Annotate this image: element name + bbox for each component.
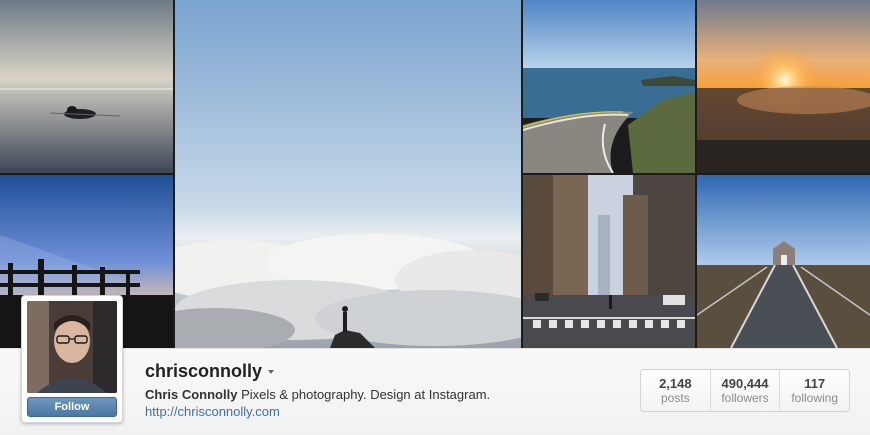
stat-value: 490,444 bbox=[721, 376, 769, 391]
full-name: Chris Connolly bbox=[145, 387, 238, 402]
username: chrisconnolly bbox=[145, 360, 263, 381]
photo-tile-5[interactable] bbox=[697, 0, 870, 173]
photo-water-driftwood bbox=[0, 0, 173, 173]
photo-sunset-field bbox=[697, 0, 870, 173]
username-dropdown[interactable]: chrisconnolly bbox=[145, 359, 275, 383]
stat-label: posts bbox=[660, 391, 690, 405]
photo-mosaic-header bbox=[0, 0, 870, 348]
stat-followers[interactable]: 490,444 followers bbox=[709, 370, 780, 411]
photo-tile-7[interactable] bbox=[697, 175, 870, 348]
photo-tile-4[interactable] bbox=[523, 0, 695, 173]
photo-city-street bbox=[523, 175, 695, 348]
photo-coastal-road bbox=[523, 0, 695, 173]
photo-sea-of-clouds bbox=[175, 0, 521, 348]
stat-label: followers bbox=[721, 391, 769, 405]
bio: Chris Connolly Pixels & photography. Des… bbox=[145, 387, 490, 402]
website-link[interactable]: http://chrisconnolly.com bbox=[145, 404, 280, 419]
avatar-card: Follow bbox=[21, 295, 123, 423]
profile-page: Follow chrisconnolly Chris Connolly Pixe… bbox=[0, 0, 870, 435]
caret-down-icon bbox=[268, 370, 275, 374]
avatar[interactable] bbox=[27, 301, 117, 393]
stat-label: following bbox=[791, 391, 839, 405]
photo-boardwalk bbox=[697, 175, 870, 348]
stats-box: 2,148 posts 490,444 followers 117 follow… bbox=[640, 369, 850, 412]
photo-tile-3[interactable] bbox=[175, 0, 521, 348]
photo-tile-6[interactable] bbox=[523, 175, 695, 348]
photo-tile-1[interactable] bbox=[0, 0, 173, 173]
bio-text: Pixels & photography. Design at Instagra… bbox=[241, 387, 491, 402]
stat-value: 2,148 bbox=[659, 376, 692, 391]
follow-button[interactable]: Follow bbox=[27, 397, 117, 417]
stat-value: 117 bbox=[804, 376, 826, 391]
avatar-photo bbox=[27, 301, 117, 393]
stat-following[interactable]: 117 following bbox=[779, 370, 849, 411]
stat-posts[interactable]: 2,148 posts bbox=[641, 370, 710, 411]
